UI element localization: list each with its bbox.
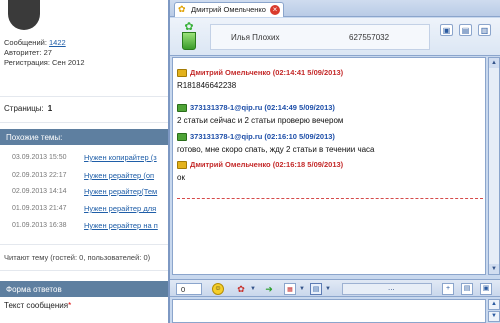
- topic-link[interactable]: Нужен рерайтер(Тем: [84, 187, 172, 196]
- topic-date: 01.09.2013 16:38: [12, 222, 67, 229]
- topic-link[interactable]: Нужен копирайтер (з: [84, 153, 172, 162]
- scroll-down-icon[interactable]: ▼: [489, 264, 499, 274]
- similar-topic-row: 02.09.2013 14:14 Нужен рерайтер(Тем: [0, 184, 172, 202]
- send-icon[interactable]: ▲: [488, 299, 500, 310]
- message-toolbar: 0 ☺ ✿ ▼ ➜ ▦ ▼ ▤ ▼ ... + ▤ ▣: [170, 279, 500, 297]
- divider: [0, 96, 172, 97]
- message-icon: [177, 69, 187, 77]
- message-label-text: Текст сообщения: [4, 301, 69, 310]
- message-author: Дмитрий Омельченко (02:14:41 5/09/2013): [190, 68, 344, 77]
- flower-icon: ✿: [184, 21, 194, 33]
- options-icon[interactable]: ▤: [310, 283, 322, 295]
- message-icon: [177, 104, 187, 112]
- topic-date: 02.09.2013 22:17: [12, 172, 67, 179]
- message-history[interactable]: Дмитрий Омельченко (02:14:41 5/09/2013) …: [172, 57, 486, 275]
- contact-header: ✿ Илья Плохих 627557032 ▣ ▤ ▥: [170, 18, 500, 56]
- pagination: Страницы: 1: [4, 104, 52, 113]
- status-flower-icon: ✿: [178, 4, 186, 14]
- chat-message: 373131378-1@qip.ru (02:16:10 5/09/2013) …: [177, 132, 483, 154]
- add-icon[interactable]: +: [442, 283, 454, 295]
- chevron-down-icon[interactable]: ▼: [299, 283, 305, 295]
- chat-tab-bar: ✿ Дмитрий Омельченко ×: [170, 0, 500, 17]
- history-scrollbar[interactable]: ▲ ▼: [488, 57, 500, 275]
- chat-message: Дмитрий Омельченко (02:16:18 5/09/2013) …: [177, 160, 483, 182]
- message-text: готово, мне скоро спать, жду 2 статьи в …: [177, 145, 375, 154]
- message-header: Дмитрий Омельченко (02:14:41 5/09/2013): [177, 68, 483, 79]
- message-header: Дмитрий Омельченко (02:16:18 5/09/2013): [177, 160, 483, 171]
- similar-topic-row: 01.09.2013 16:38 Нужен рерайтер на п: [0, 218, 172, 236]
- contact-name: Илья Плохих: [231, 33, 280, 42]
- glass-icon: [182, 32, 196, 50]
- user-avatar: [8, 0, 40, 30]
- message-text: ок: [177, 173, 185, 182]
- message-author: Дмитрий Омельченко (02:16:18 5/09/2013): [190, 160, 344, 169]
- page-number[interactable]: 1: [48, 104, 52, 113]
- char-counter: 0: [176, 283, 202, 295]
- send-controls: ▲ ▼: [488, 299, 500, 323]
- topic-date: 02.09.2013 14:14: [12, 188, 67, 195]
- user-info-icon[interactable]: ▣: [440, 24, 453, 36]
- message-icon: [177, 161, 187, 169]
- chat-tab[interactable]: ✿ Дмитрий Омельченко ×: [174, 2, 284, 17]
- contact-info-box: Илья Плохих 627557032: [210, 24, 430, 50]
- close-icon[interactable]: ×: [270, 5, 280, 15]
- send-options-icon[interactable]: ▼: [488, 311, 500, 322]
- chat-window: ✿ Дмитрий Омельченко × ✿ Илья Плохих 627…: [168, 0, 500, 323]
- reply-form-header: Форма ответов: [0, 281, 172, 297]
- posts-count-link[interactable]: 1422: [49, 38, 66, 47]
- template-icon[interactable]: ▤: [461, 283, 473, 295]
- message-author: 373131378-1@qip.ru (02:14:49 5/09/2013): [190, 103, 335, 112]
- chevron-down-icon[interactable]: ▼: [325, 283, 331, 295]
- authority-text: Авторитет: 27: [4, 48, 52, 57]
- topic-date: 01.09.2013 21:47: [12, 205, 67, 212]
- message-header: 373131378-1@qip.ru (02:14:49 5/09/2013): [177, 103, 483, 114]
- scroll-up-icon[interactable]: ▲: [489, 58, 499, 68]
- divider: [0, 270, 172, 271]
- message-input[interactable]: [172, 299, 486, 323]
- similar-topic-row: 01.09.2013 21:47 Нужен рерайтер для: [0, 201, 172, 219]
- required-marker: *: [68, 301, 72, 310]
- calendar-icon[interactable]: ▦: [284, 283, 296, 295]
- contact-card-icon[interactable]: ▥: [478, 24, 491, 36]
- chat-message: 373131378-1@qip.ru (02:14:49 5/09/2013) …: [177, 103, 483, 125]
- message-icon: [177, 133, 187, 141]
- posts-label: Сообщений:: [4, 38, 47, 47]
- chevron-down-icon[interactable]: ▼: [250, 283, 256, 295]
- chat-message: Дмитрий Омельченко (02:14:41 5/09/2013) …: [177, 68, 483, 90]
- divider: [0, 122, 172, 123]
- topic-date: 03.09.2013 15:50: [12, 154, 67, 161]
- smiley-icon[interactable]: ☺: [212, 283, 224, 295]
- message-author: 373131378-1@qip.ru (02:16:10 5/09/2013): [190, 132, 335, 141]
- pages-label: Страницы:: [4, 104, 44, 113]
- arrow-right-icon[interactable]: ➜: [262, 283, 276, 295]
- topic-link[interactable]: Нужен рерайтер (оп: [84, 171, 172, 180]
- message-text: 2 статьи сейчас и 2 статьи проверю вечер…: [177, 116, 344, 125]
- similar-topic-row: 03.09.2013 15:50 Нужен копирайтер (з: [0, 150, 172, 168]
- chat-tab-title: Дмитрий Омельченко: [191, 5, 266, 14]
- flowers-icon[interactable]: ✿: [234, 283, 248, 295]
- topic-link[interactable]: Нужен рерайтер на п: [84, 221, 172, 230]
- message-header: 373131378-1@qip.ru (02:16:10 5/09/2013): [177, 132, 483, 143]
- registration-text: Регистрация: Сен 2012: [4, 58, 85, 67]
- divider: [0, 244, 172, 245]
- history-icon[interactable]: ▤: [459, 24, 472, 36]
- image-icon[interactable]: ▣: [480, 283, 492, 295]
- toolbar-field: [342, 283, 432, 295]
- unread-divider: [177, 198, 483, 199]
- topic-link[interactable]: Нужен рерайтер для: [84, 204, 172, 213]
- user-profile-info: Сообщений: 1422 Авторитет: 27 Регистраци…: [4, 38, 85, 68]
- qip-status-icon: ✿: [178, 22, 200, 52]
- message-text-label: Текст сообщения*: [4, 301, 71, 310]
- more-dots[interactable]: ...: [388, 283, 395, 292]
- contact-uin: 627557032: [349, 33, 390, 42]
- message-text: R181846642238: [177, 81, 237, 90]
- readers-status: Читают тему (гостей: 0, пользователей: 0…: [4, 253, 151, 262]
- similar-topics-header: Похожие темы:: [0, 129, 172, 145]
